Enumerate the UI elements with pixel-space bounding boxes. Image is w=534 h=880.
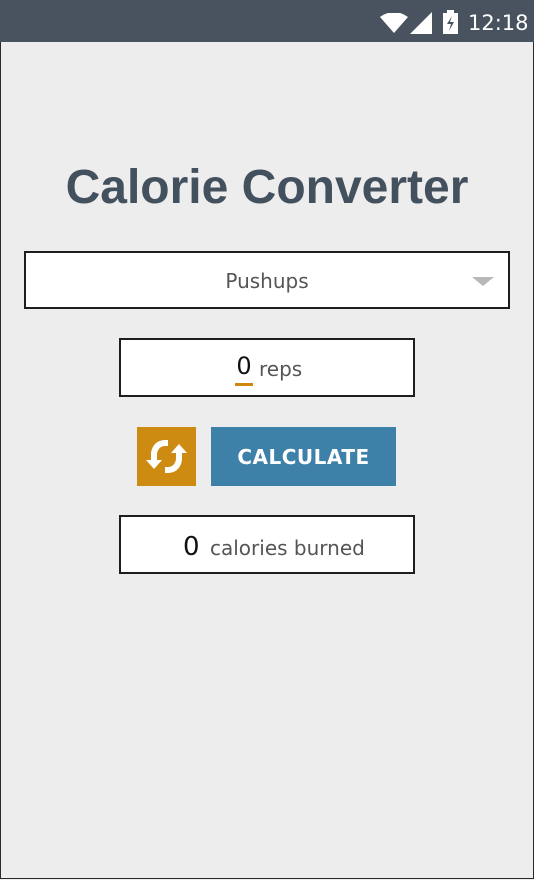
- calories-label: calories burned: [210, 536, 365, 560]
- battery-charging-icon: [443, 10, 458, 34]
- status-time: 12:18: [468, 11, 529, 35]
- calculate-button[interactable]: CALCULATE: [211, 427, 396, 486]
- reset-button[interactable]: [137, 427, 196, 486]
- reps-field[interactable]: 0 reps: [119, 338, 415, 397]
- exercise-dropdown[interactable]: Pushups: [24, 251, 510, 309]
- status-bar: 12:18: [0, 0, 534, 42]
- page-title: Calorie Converter: [65, 161, 469, 214]
- refresh-icon: [146, 440, 187, 473]
- calories-value: 0: [183, 532, 200, 562]
- dropdown-arrow-icon: [472, 277, 494, 286]
- exercise-selected-label: Pushups: [225, 269, 309, 293]
- reps-input[interactable]: 0: [234, 352, 254, 380]
- signal-icon: [410, 12, 432, 34]
- result-display: 0 calories burned: [119, 515, 415, 574]
- reps-input-underline: [235, 383, 253, 386]
- wifi-icon: [380, 12, 408, 33]
- reps-unit-label: reps: [259, 357, 303, 381]
